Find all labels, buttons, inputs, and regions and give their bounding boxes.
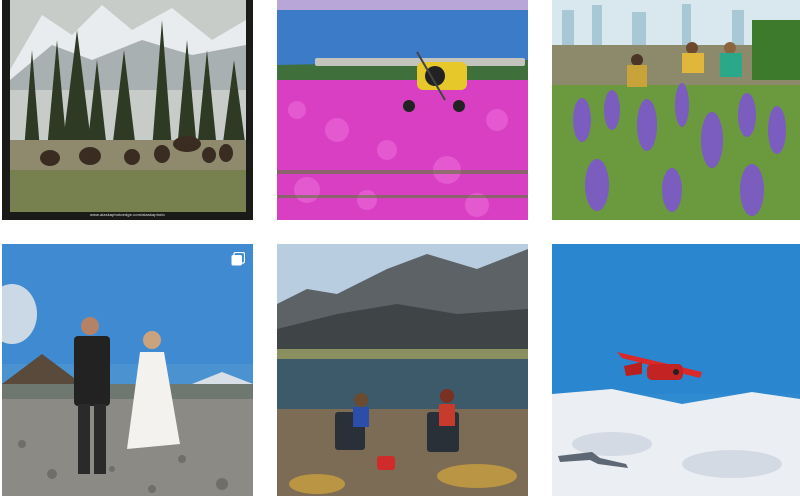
bison-photo bbox=[2, 0, 253, 220]
wedding-photo bbox=[2, 244, 253, 496]
lake-camp-photo bbox=[277, 244, 528, 496]
post-tile-lake-camp[interactable] bbox=[277, 244, 528, 496]
post-tile-wedding[interactable] bbox=[2, 244, 253, 496]
post-tile-bison[interactable]: www.alaskaphotoedge.com/alaskaphoto bbox=[2, 0, 253, 220]
post-tile-glacier-lupines[interactable] bbox=[552, 0, 800, 220]
bush-plane-photo bbox=[277, 0, 528, 220]
photo-watermark: www.alaskaphotoedge.com/alaskaphoto bbox=[90, 212, 165, 217]
carousel-multiple-icon bbox=[231, 252, 245, 266]
post-tile-bush-plane[interactable] bbox=[277, 0, 528, 220]
post-tile-red-plane[interactable] bbox=[552, 244, 800, 496]
red-plane-photo bbox=[552, 244, 800, 496]
glacier-lupines-photo bbox=[552, 0, 800, 220]
